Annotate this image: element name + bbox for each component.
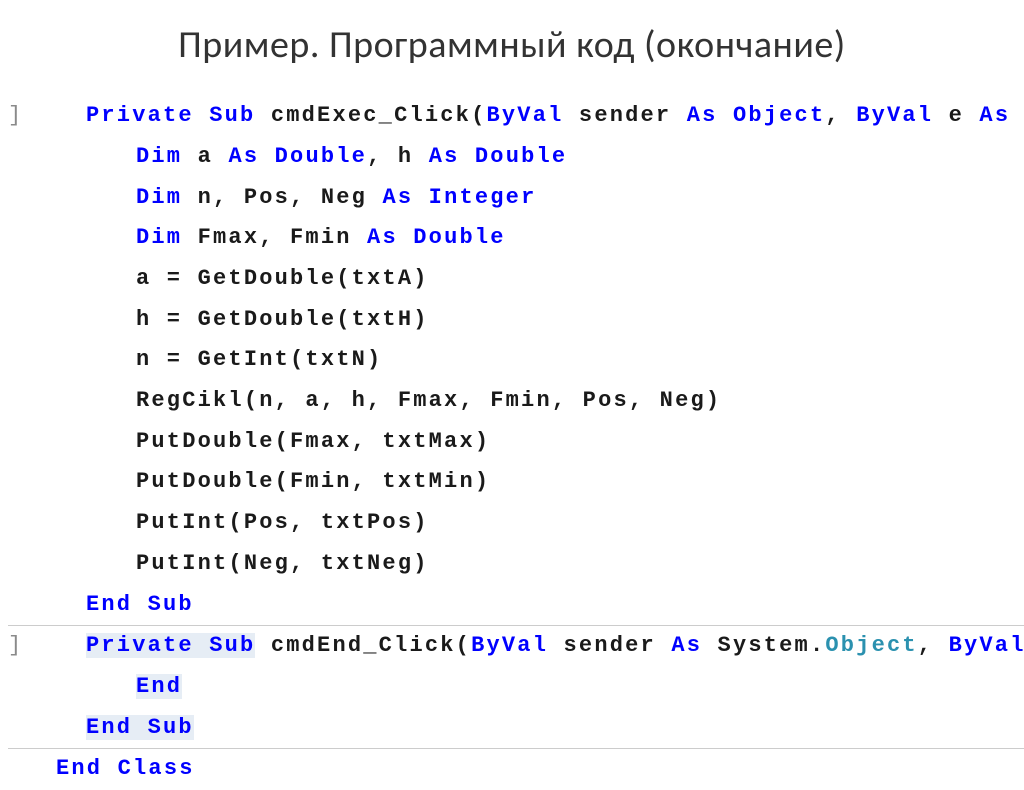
- gutter-mark: ]: [8, 96, 28, 137]
- slide-title: Пример. Программный код (окончание): [0, 0, 1024, 96]
- code-line: PutDouble(Fmax, txtMax): [8, 422, 1024, 463]
- gutter-mark: ]: [8, 626, 28, 667]
- keyword: As: [979, 103, 1010, 128]
- keyword: Sub: [209, 103, 255, 128]
- code-line: ]Private Sub cmdEnd_Click(ByVal sender A…: [8, 626, 1024, 667]
- keyword: End: [86, 592, 132, 617]
- keyword: As: [367, 225, 398, 250]
- keyword: Dim: [136, 185, 182, 210]
- code-block: ]Private Sub cmdExec_Click(ByVal sender …: [0, 96, 1024, 790]
- keyword: As: [228, 144, 259, 169]
- keyword: As: [382, 185, 413, 210]
- type-name: Object: [825, 633, 917, 658]
- keyword: Object: [733, 103, 825, 128]
- keyword: Integer: [429, 185, 537, 210]
- keyword: As: [687, 103, 718, 128]
- keyword: Dim: [136, 144, 182, 169]
- code-line: n = GetInt(txtN): [8, 340, 1024, 381]
- keyword: End: [56, 756, 102, 781]
- keyword: End: [86, 715, 132, 740]
- code-line: End Class: [8, 749, 1024, 790]
- code-line: Dim a As Double, h As Double: [8, 137, 1024, 178]
- code-line: a = GetDouble(txtA): [8, 259, 1024, 300]
- code-line: PutInt(Pos, txtPos): [8, 503, 1024, 544]
- keyword: Dim: [136, 225, 182, 250]
- keyword: Sub: [148, 715, 194, 740]
- code-line: h = GetDouble(txtH): [8, 300, 1024, 341]
- keyword: Private: [86, 633, 194, 658]
- keyword: As: [429, 144, 460, 169]
- keyword: ByVal: [487, 103, 564, 128]
- code-line: PutDouble(Fmin, txtMin): [8, 462, 1024, 503]
- keyword: End: [136, 674, 182, 699]
- code-line: End Sub: [8, 585, 1024, 626]
- keyword: ByVal: [471, 633, 548, 658]
- code-line: RegCikl(n, a, h, Fmax, Fmin, Pos, Neg): [8, 381, 1024, 422]
- keyword: ByVal: [856, 103, 933, 128]
- keyword: Double: [475, 144, 567, 169]
- code-line: Dim Fmax, Fmin As Double: [8, 218, 1024, 259]
- code-line: End Sub: [8, 708, 1024, 749]
- keyword: Private: [86, 103, 194, 128]
- keyword: Sub: [209, 633, 255, 658]
- keyword: As: [671, 633, 702, 658]
- code-line: End: [8, 667, 1024, 708]
- keyword: Sub: [148, 592, 194, 617]
- keyword: Double: [413, 225, 505, 250]
- keyword: Double: [275, 144, 367, 169]
- code-line: Dim n, Pos, Neg As Integer: [8, 178, 1024, 219]
- code-line: PutInt(Neg, txtNeg): [8, 544, 1024, 585]
- keyword: Class: [118, 756, 195, 781]
- keyword: ByVal: [949, 633, 1024, 658]
- code-line: ]Private Sub cmdExec_Click(ByVal sender …: [8, 96, 1024, 137]
